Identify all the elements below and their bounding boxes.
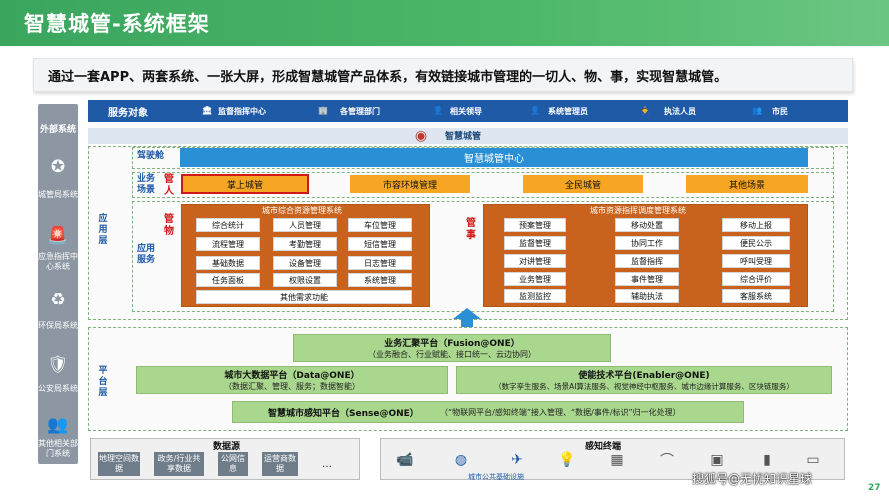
dispatch-right-cell: 客服系统 <box>722 289 790 303</box>
enabler-platform-title: 使能技术平台(Enabler@ONE) <box>578 370 710 381</box>
dispatch-cell: 预案管理 <box>504 218 566 232</box>
resource-cell: 综合统计 <box>196 218 260 232</box>
resource-cell: 短信管理 <box>348 237 412 251</box>
dispatch-right-cell: 综合评价 <box>722 272 790 286</box>
data-platform-title: 城市大数据平台（Data@ONE） <box>224 370 360 381</box>
citizen-icon: 👥 <box>752 106 762 115</box>
app-services-label: 应用服务 <box>137 244 156 265</box>
resource-cell: 权限设置 <box>273 273 337 287</box>
up-arrow-icon <box>453 308 481 328</box>
alarm-icon: 🚨 <box>47 226 69 246</box>
data-source-item: 政务/行业共享数据 <box>154 452 204 476</box>
resource-cell: 基础数据 <box>196 256 260 270</box>
dispatch-cell: 协同工作 <box>615 236 679 250</box>
badge-icon: ✪ <box>50 157 66 177</box>
data-source-item: 地理空间数据 <box>98 452 140 476</box>
platform-layer-label: 平台层 <box>98 365 108 398</box>
dispatch-cell: 辅助执法 <box>615 289 679 303</box>
platform-title: 智慧城管 <box>445 132 482 142</box>
resource-cell: 任务面板 <box>196 273 260 287</box>
manage-things-label: 管物 <box>164 214 174 237</box>
service-item: 系统管理员 <box>548 107 588 116</box>
dispatch-panel-title: 城市资源指挥调度管理系统 <box>590 206 686 215</box>
fusion-platform-title: 业务汇聚平台（Fusion@ONE） <box>384 338 520 349</box>
page-title: 智慧城管-系统框架 <box>24 12 210 36</box>
sidebar-item-label: 应急指挥中心系统 <box>38 252 78 271</box>
service-item: 各管理部门 <box>340 107 380 116</box>
emblem-icon: ◉ <box>414 128 428 144</box>
dispatch-cell: 业务管理 <box>504 272 566 286</box>
resource-cell: 系统管理 <box>348 273 412 287</box>
service-item: 执法人员 <box>664 107 696 116</box>
dispatch-cell: 对讲管理 <box>504 254 566 268</box>
scene-mobile-management: 掌上城管 <box>181 174 309 194</box>
departments-icon: 🏢 <box>318 106 328 115</box>
service-item: 监督指挥中心 <box>218 107 266 116</box>
manage-people-label: 管人 <box>164 174 174 197</box>
dispatch-cell: 监督指挥 <box>615 254 679 268</box>
officer-icon: 👮 <box>640 106 650 115</box>
data-source-item: 运营商数据 <box>262 452 298 476</box>
dispatch-right-cell: 便民公示 <box>722 236 790 250</box>
monitor-icon: ▭ <box>806 452 820 468</box>
tablet-icon: ▮ <box>763 452 771 468</box>
resource-cell: 日志管理 <box>348 256 412 270</box>
sidebar-item-label: 其他相关部门系统 <box>38 439 78 458</box>
leaders-icon: 👤 <box>433 106 443 115</box>
manage-affairs-label: 管事 <box>466 218 476 241</box>
data-sources-label: 数据源 <box>213 442 241 452</box>
dispatch-right-cell: 呼叫受理 <box>722 254 790 268</box>
subtitle: 通过一套APP、两套系统、一张大屏，形成智慧城管产品体系，有效链接城市管理的一切… <box>48 70 728 85</box>
device-icon: ▣ <box>710 452 724 468</box>
dispatch-right-cell: 移动上报 <box>722 218 790 232</box>
drone-icon: ✈ <box>511 452 523 468</box>
dispatch-cell: 移动处置 <box>615 218 679 232</box>
police-badge-icon: 🛡 <box>47 355 69 375</box>
service-bar-label: 服务对象 <box>108 108 148 119</box>
streetlight-icon: ⌒ <box>660 453 674 469</box>
cockpit-label: 驾驶舱 <box>137 151 165 161</box>
enabler-platform-desc: （数字孪生服务、场景AI算法服务、视觉神经中枢服务、城市边缘计算服务、区块链服务… <box>494 381 794 391</box>
sidebar-item-label: 公安局系统 <box>38 384 78 393</box>
resource-cell: 车位管理 <box>348 218 412 232</box>
fusion-platform-desc: （业务融合、行业赋能、接口统一、云边协同） <box>368 349 536 359</box>
gate-icon: ▦ <box>610 452 624 468</box>
sensing-caption: 城市公共基础设施 <box>468 473 524 481</box>
dispatch-cell: 监测监控 <box>504 289 566 303</box>
sense-platform-desc: （“物联网平台/感知终端”接入管理、“数据/事件/标识”归一化处理） <box>440 408 681 417</box>
sensor-icon: ◍ <box>454 452 468 468</box>
data-source-more: … <box>322 458 332 470</box>
sidebar-item-label: 城管局系统 <box>38 190 78 199</box>
resource-cell: 考勤管理 <box>273 237 337 251</box>
resource-cell: 设备管理 <box>273 256 337 270</box>
resource-cell: 流程管理 <box>196 237 260 251</box>
service-item: 相关领导 <box>450 107 482 116</box>
business-scene-label: 业务场景 <box>137 174 156 195</box>
cockpit-center: 智慧城管中心 <box>180 148 808 167</box>
application-layer-label: 应用层 <box>98 213 108 246</box>
command-center-icon: 🏛 <box>202 106 213 115</box>
data-platform-desc: （数据汇聚、管理、服务；数据智能） <box>224 381 360 391</box>
data-source-item: 公网信息 <box>218 452 248 476</box>
sidebar-item-label: 环保局系统 <box>38 321 78 330</box>
scene-other: 其他场景 <box>686 175 808 193</box>
resource-panel-title: 城市综合资源管理系统 <box>262 206 342 215</box>
recycle-icon: ♻ <box>50 290 66 310</box>
service-item: 市民 <box>772 107 788 116</box>
admin-icon: 👤 <box>530 106 540 115</box>
lamp-icon: 💡 <box>558 452 576 468</box>
dispatch-cell: 事件管理 <box>615 272 679 286</box>
sense-platform-title: 智慧城市感知平台（Sense@ONE） <box>268 409 419 419</box>
resource-footer: 其他需求功能 <box>196 290 412 304</box>
scene-city-appearance: 市容环境管理 <box>350 175 470 193</box>
resource-cell: 人员管理 <box>273 218 337 232</box>
camera-icon: 📹 <box>396 452 414 468</box>
scene-citizen-management: 全民城管 <box>523 175 643 193</box>
watermark: 搜狐号@无忧知识星球 <box>692 472 813 486</box>
people-icon: 👥 <box>47 415 69 435</box>
dispatch-cell: 监督管理 <box>504 236 566 250</box>
page-number: 27 <box>868 483 881 493</box>
sidebar-header: 外部系统 <box>39 125 76 135</box>
